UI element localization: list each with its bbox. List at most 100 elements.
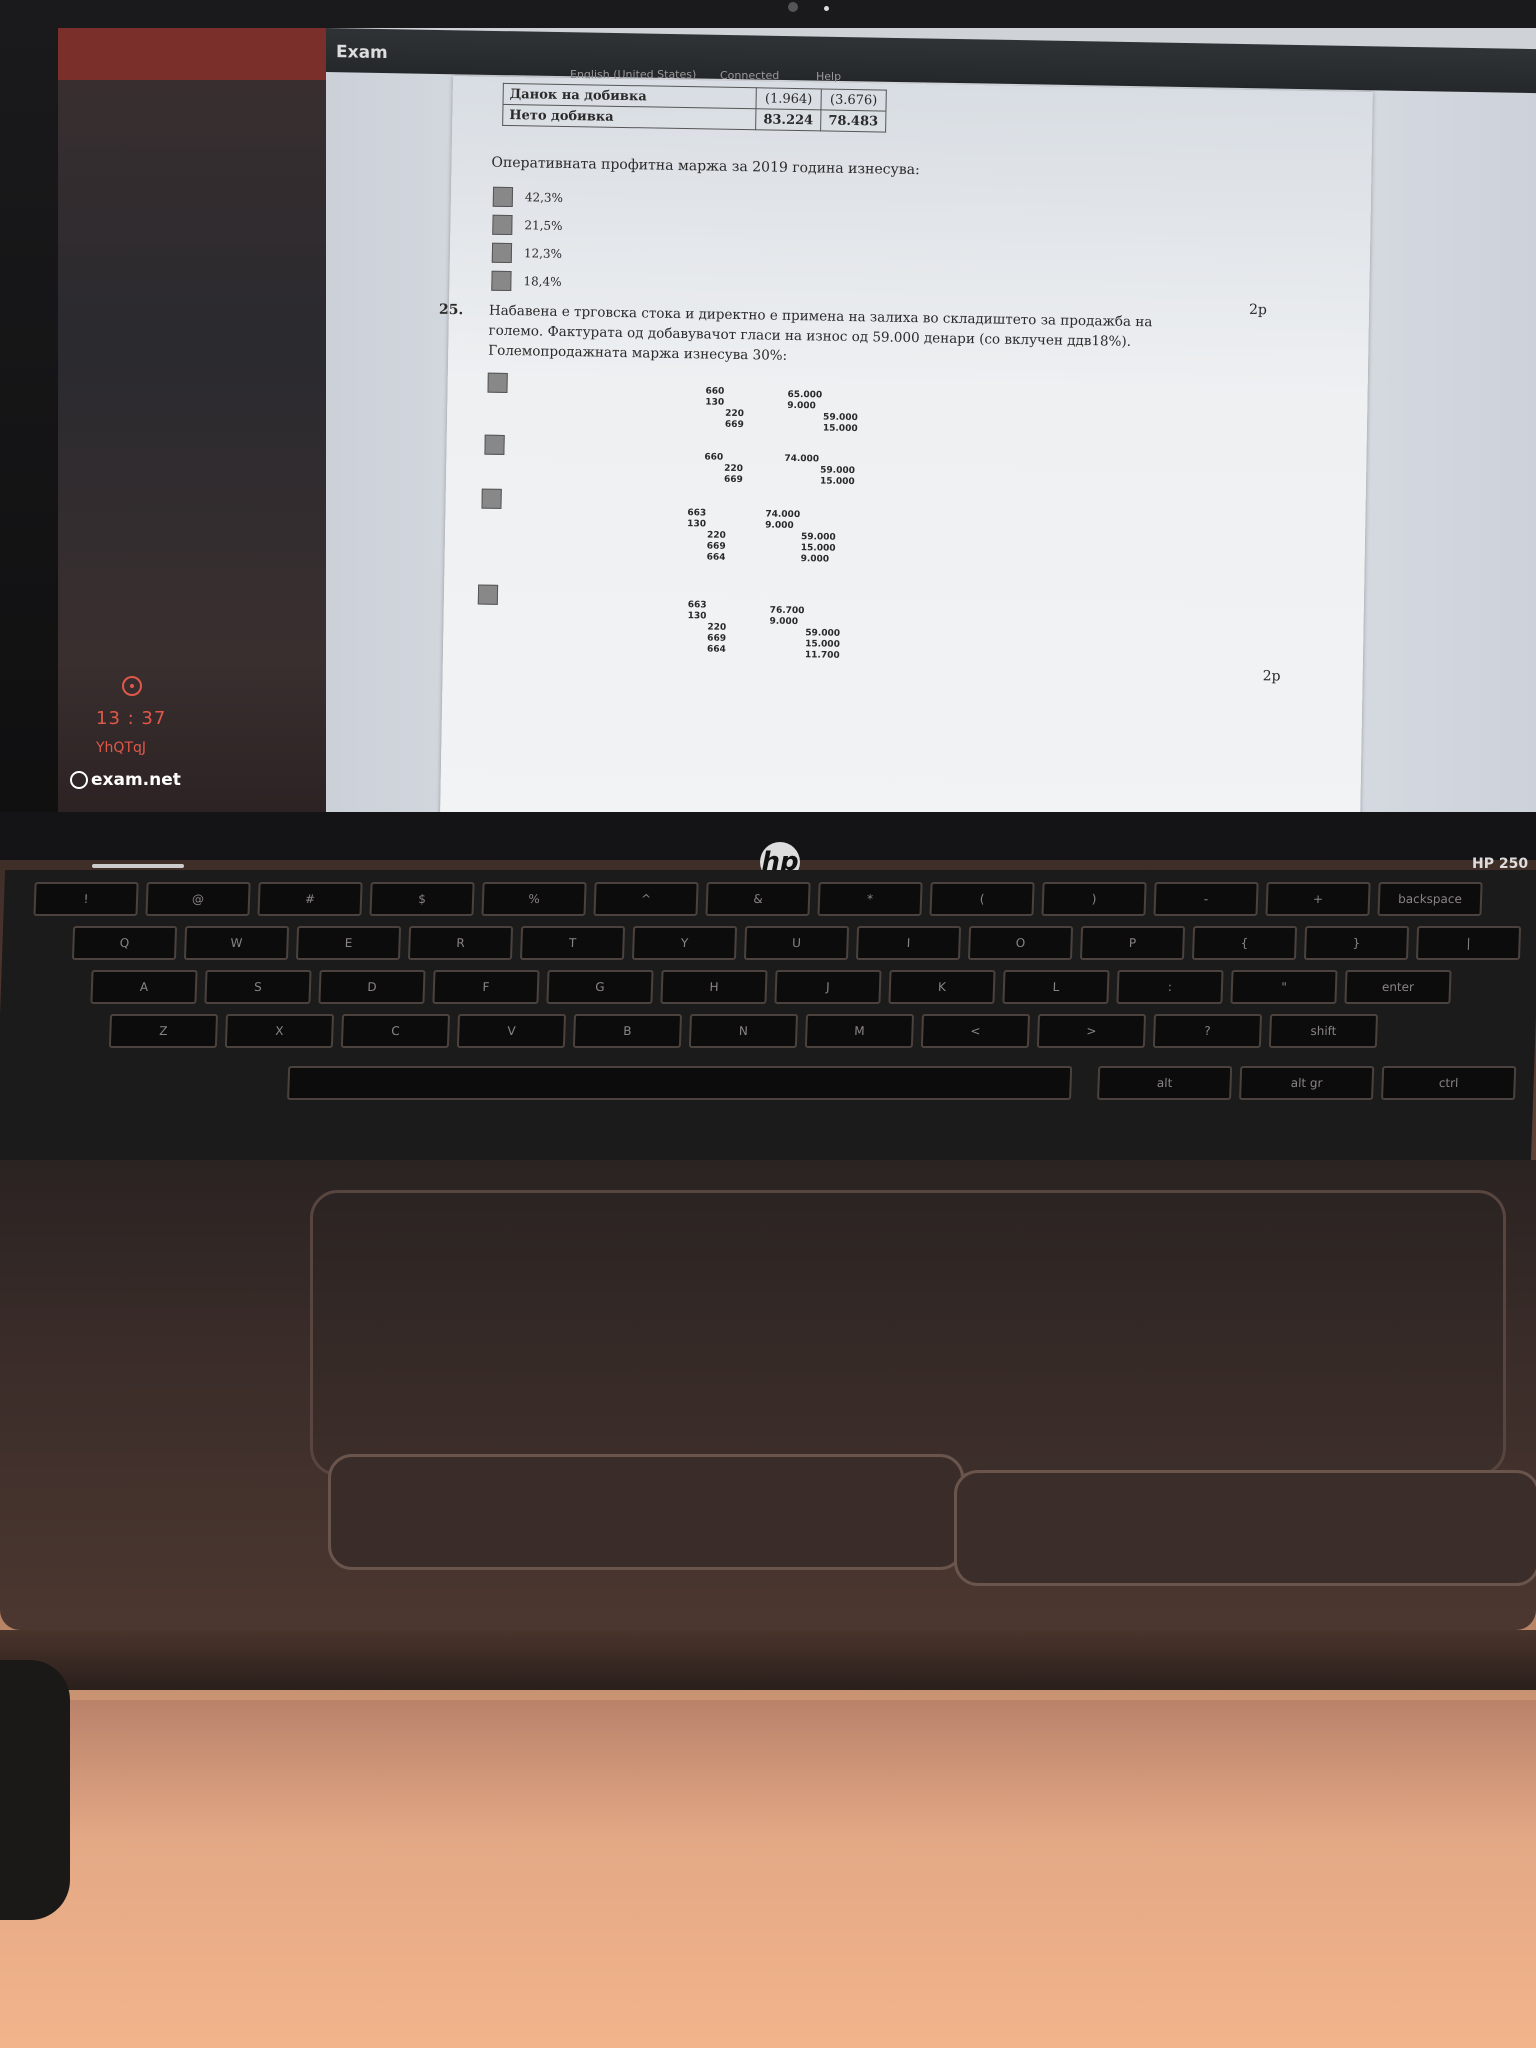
answer-option[interactable]: 42,3%: [492, 186, 563, 208]
key[interactable]: @: [145, 882, 251, 916]
key[interactable]: {: [1191, 926, 1298, 960]
sidebar-header[interactable]: [58, 28, 326, 80]
key[interactable]: I: [855, 926, 962, 960]
key[interactable]: M: [804, 1014, 915, 1048]
account-amount: 9.000: [769, 616, 799, 628]
table-cell-label: Нето добивка: [502, 104, 756, 130]
key[interactable]: N: [688, 1014, 799, 1048]
account-amount: 59.000: [823, 412, 858, 424]
table-cell-value: (1.964): [755, 87, 822, 110]
key[interactable]: alt: [1097, 1066, 1233, 1100]
account-number: 669: [724, 419, 744, 431]
key[interactable]: shift: [1268, 1014, 1379, 1048]
key[interactable]: $: [369, 882, 475, 916]
clock-icon: [122, 676, 142, 696]
account-number: 220: [724, 463, 744, 475]
key[interactable]: R: [407, 926, 514, 960]
key[interactable]: backspace: [1377, 882, 1483, 916]
key[interactable]: %: [481, 882, 587, 916]
key[interactable]: ): [1041, 882, 1147, 916]
account-number: 130: [687, 519, 707, 530]
t-account-left: 660 130 220 669: [705, 386, 745, 431]
answer-checkbox[interactable]: [481, 488, 502, 509]
touchpad-left-button[interactable]: [328, 1454, 964, 1570]
account-amount: 74.000: [784, 453, 820, 465]
key[interactable]: K: [888, 970, 996, 1004]
key[interactable]: T: [519, 926, 626, 960]
answer-label: 12,3%: [523, 246, 563, 261]
key[interactable]: -: [1153, 882, 1259, 916]
key[interactable]: U: [743, 926, 850, 960]
answer-option[interactable]: 18,4%: [491, 270, 562, 292]
key[interactable]: ": [1230, 970, 1338, 1004]
account-amount: 9.000: [800, 554, 830, 565]
key[interactable]: C: [340, 1014, 451, 1048]
key[interactable]: Y: [631, 926, 738, 960]
key[interactable]: >: [1036, 1014, 1147, 1048]
answer-checkbox[interactable]: [491, 270, 512, 292]
answer-checkbox[interactable]: [491, 242, 513, 264]
webcam: [788, 2, 798, 12]
key[interactable]: V: [456, 1014, 567, 1048]
key[interactable]: &: [705, 882, 811, 916]
brand-label: exam.net: [91, 770, 181, 790]
exam-sidebar: 13 : 37 YhQTqJ exam.net: [58, 28, 326, 818]
exam-title: Exam: [336, 42, 388, 64]
key[interactable]: }: [1303, 926, 1410, 960]
key[interactable]: !: [33, 882, 139, 916]
key[interactable]: A: [90, 970, 198, 1004]
key[interactable]: (: [929, 882, 1035, 916]
key[interactable]: :: [1116, 970, 1224, 1004]
answer-label: 21,5%: [524, 218, 563, 233]
laptop-front-edge: [0, 1630, 1536, 1690]
key[interactable]: Z: [108, 1014, 219, 1048]
key[interactable]: H: [660, 970, 768, 1004]
key[interactable]: alt gr: [1239, 1066, 1375, 1100]
answer-checkbox[interactable]: [477, 584, 499, 605]
key[interactable]: Q: [71, 926, 178, 960]
key[interactable]: G: [546, 970, 654, 1004]
touchpad-right-button[interactable]: [954, 1470, 1536, 1586]
key[interactable]: X: [224, 1014, 335, 1048]
key[interactable]: O: [967, 926, 1074, 960]
key[interactable]: ctrl: [1381, 1066, 1517, 1100]
answer-checkbox[interactable]: [487, 372, 508, 393]
key[interactable]: <: [920, 1014, 1031, 1048]
account-number: 669: [706, 541, 726, 552]
key[interactable]: S: [204, 970, 312, 1004]
key[interactable]: D: [318, 970, 426, 1004]
table-cell-value: 83.224: [755, 108, 821, 131]
desk-surface: [0, 1700, 1536, 2048]
t-account-right: 76.700 9.000 59.000 15.000 11.700: [769, 606, 841, 662]
key[interactable]: *: [817, 882, 923, 916]
key[interactable]: #: [257, 882, 363, 916]
key[interactable]: P: [1079, 926, 1186, 960]
touchpad[interactable]: [310, 1190, 1506, 1476]
answer-option[interactable]: 12,3%: [491, 242, 563, 264]
account-amount: 59.000: [805, 628, 841, 639]
key[interactable]: |: [1415, 926, 1522, 960]
key[interactable]: +: [1265, 882, 1371, 916]
account-number: 130: [687, 611, 707, 622]
answer-checkbox[interactable]: [484, 434, 505, 455]
account-amount: 9.000: [765, 520, 794, 532]
answer-checkbox[interactable]: [492, 214, 513, 236]
key[interactable]: E: [295, 926, 402, 960]
exam-net-logo-icon: [70, 771, 88, 789]
question-number: 25.: [438, 301, 464, 319]
question-points: 2p: [1262, 668, 1281, 685]
key[interactable]: W: [183, 926, 290, 960]
key[interactable]: B: [572, 1014, 683, 1048]
account-number: 220: [707, 622, 727, 633]
account-amount: 59.000: [820, 465, 855, 477]
help-button[interactable]: Help: [816, 70, 841, 83]
key[interactable]: enter: [1344, 970, 1452, 1004]
spacebar[interactable]: [287, 1066, 1073, 1100]
key[interactable]: J: [774, 970, 882, 1004]
key[interactable]: F: [432, 970, 540, 1004]
answer-checkbox[interactable]: [492, 186, 514, 208]
key[interactable]: ?: [1152, 1014, 1263, 1048]
key[interactable]: L: [1002, 970, 1110, 1004]
key[interactable]: ^: [593, 882, 699, 916]
answer-option[interactable]: 21,5%: [492, 214, 563, 236]
